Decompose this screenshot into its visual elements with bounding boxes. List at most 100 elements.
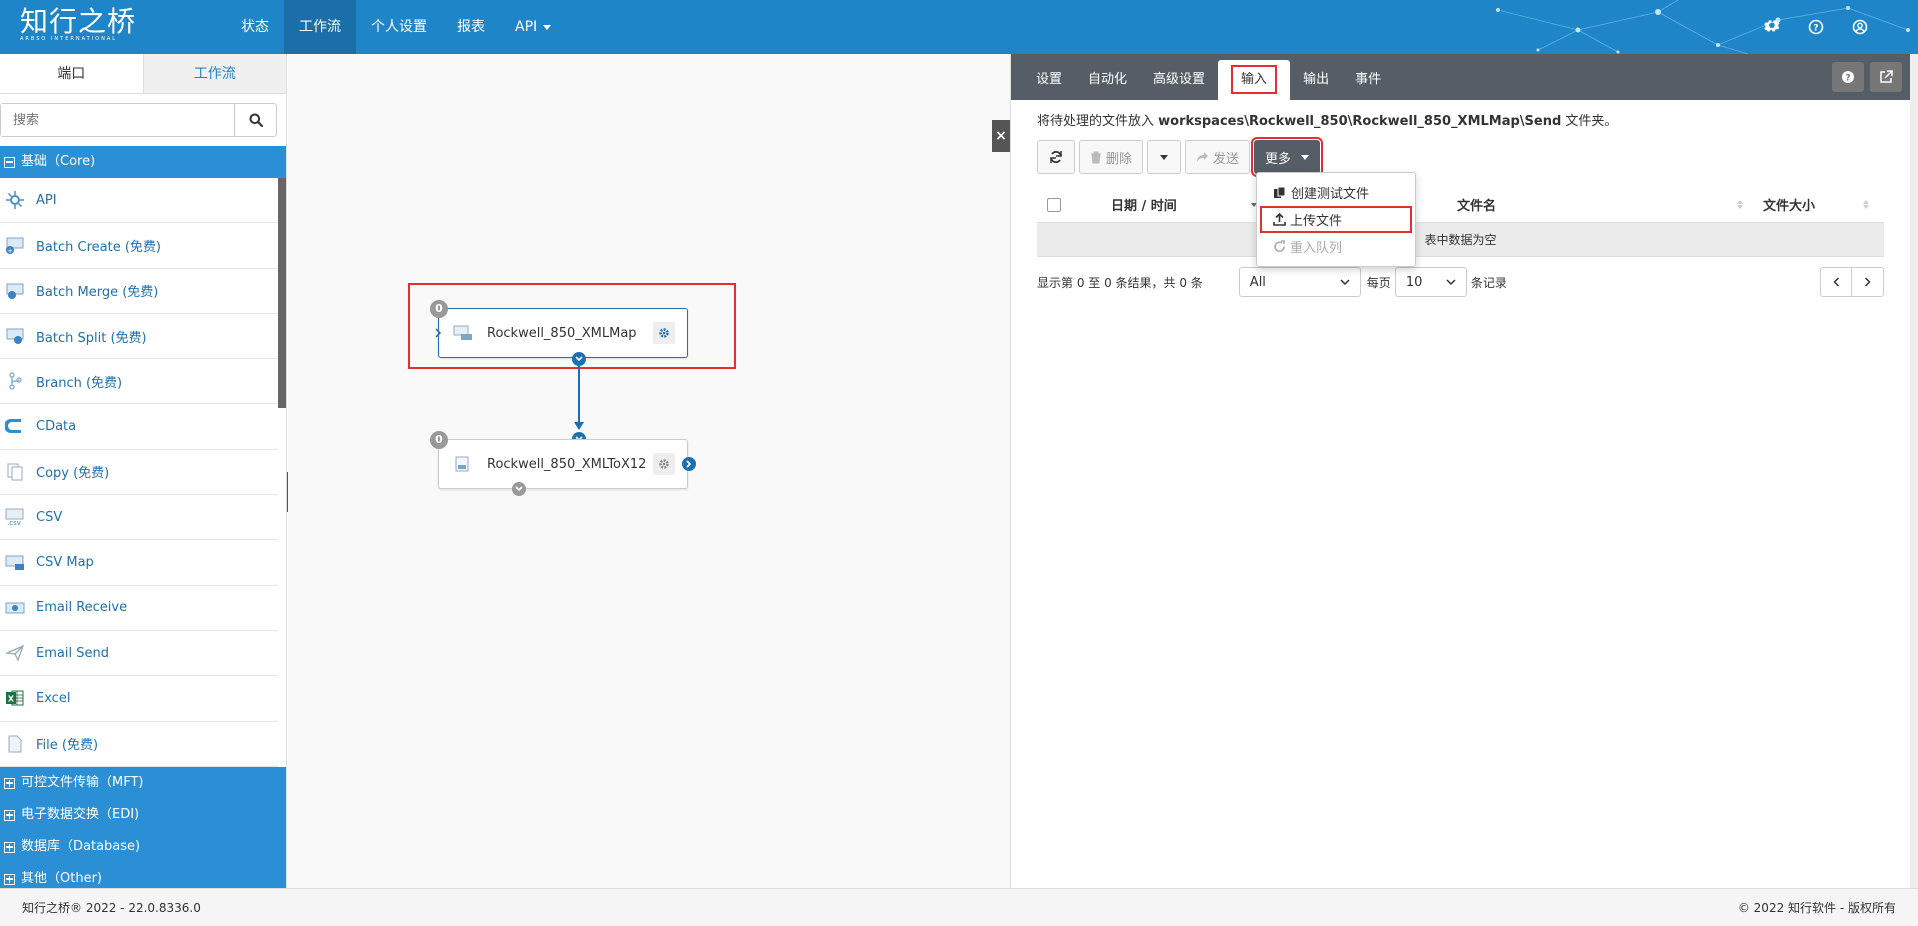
- node-settings-button[interactable]: [653, 322, 675, 344]
- caret-down-icon: [1301, 154, 1310, 160]
- connector-branch[interactable]: Branch (免费): [0, 359, 278, 405]
- panel-tab-icons: ?: [1832, 62, 1902, 92]
- copy-files-icon: [1274, 186, 1286, 198]
- connector-label: Copy (免费): [36, 466, 110, 482]
- connector-label: Batch Merge (免费): [36, 285, 159, 301]
- tab-automation[interactable]: 自动化: [1075, 60, 1140, 100]
- filter-select[interactable]: All: [1238, 267, 1361, 297]
- more-label: 更多: [1265, 151, 1292, 167]
- close-panel-button[interactable]: ×: [992, 120, 1010, 152]
- category-edi[interactable]: 电子数据交换（EDI): [0, 799, 286, 831]
- sidebar-tabs: 端口 工作流: [0, 54, 286, 94]
- search-input[interactable]: [1, 104, 234, 136]
- nav-workflow[interactable]: 工作流: [284, 0, 356, 54]
- chevron-left-icon: [1832, 277, 1839, 287]
- nav-status[interactable]: 状态: [226, 0, 284, 54]
- connector-batch-merge[interactable]: Batch Merge (免费): [0, 269, 278, 314]
- page-scrollbar[interactable]: [1910, 54, 1918, 888]
- category-database-label: 数据库（Database): [21, 839, 141, 854]
- connector-label: CSV: [36, 509, 63, 525]
- category-core[interactable]: 基础（Core): [0, 146, 286, 178]
- top-navbar: 知行之桥 ARBSO INTERNATIONAL 状态 工作流 个人设置 报表 …: [0, 0, 1918, 54]
- workflow-node[interactable]: Rockwell_850_XMLToX12: [438, 439, 688, 489]
- connector-excel[interactable]: X Excel: [0, 676, 278, 722]
- col-filesize[interactable]: 文件大小: [1763, 195, 1863, 214]
- connector-copy[interactable]: Copy (免费): [0, 450, 278, 496]
- tab-connectors[interactable]: 端口: [0, 54, 144, 93]
- pagination: [1820, 267, 1884, 297]
- node-output-port[interactable]: [512, 482, 526, 496]
- category-mft[interactable]: 可控文件传输（MFT): [0, 767, 286, 799]
- delete-button[interactable]: 删除: [1079, 140, 1144, 174]
- footer-version: 知行之桥® 2022 - 22.0.8336.0: [22, 901, 201, 915]
- user-icon[interactable]: [1850, 17, 1870, 37]
- refresh-button[interactable]: [1037, 140, 1075, 174]
- next-page-button[interactable]: [1852, 267, 1884, 297]
- connector-batch-create[interactable]: + Batch Create (免费): [0, 223, 278, 269]
- connector-email-send[interactable]: Email Send: [0, 631, 278, 677]
- pager-summary: 显示第 0 至 0 条结果，共 0 条: [1037, 275, 1203, 290]
- chevron-right-icon: [1864, 277, 1871, 287]
- files-table-header: 日期 / 时间 文件名 文件大小: [1037, 187, 1884, 223]
- tab-input[interactable]: 输入: [1218, 60, 1291, 100]
- help-button[interactable]: ?: [1832, 62, 1864, 92]
- page-footer: 知行之桥® 2022 - 22.0.8336.0 © 2022 知行软件 - 版…: [0, 888, 1918, 926]
- connector-api[interactable]: API: [0, 178, 278, 224]
- search-button[interactable]: [234, 104, 276, 136]
- prev-page-button[interactable]: [1820, 267, 1852, 297]
- category-core-label: 基础（Core): [21, 154, 96, 169]
- help-icon[interactable]: ?: [1806, 17, 1826, 37]
- gear-icon[interactable]: [1762, 17, 1782, 37]
- connector-file[interactable]: File (免费): [0, 722, 278, 767]
- connector-label: File (免费): [36, 738, 99, 754]
- per-page-select[interactable]: 10: [1394, 267, 1467, 297]
- connector-cdata[interactable]: CData: [0, 404, 278, 450]
- xml-to-x12-icon: [455, 456, 469, 472]
- brand-logo[interactable]: 知行之桥 ARBSO INTERNATIONAL: [20, 6, 136, 43]
- category-mft-label: 可控文件传输（MFT): [21, 775, 144, 790]
- more-button[interactable]: 更多: [1251, 137, 1324, 177]
- tab-events[interactable]: 事件: [1342, 60, 1394, 100]
- tab-input-label: 输入: [1231, 65, 1278, 94]
- col-filename[interactable]: 文件名: [1457, 195, 1737, 214]
- nav-api[interactable]: API: [500, 0, 566, 54]
- tab-workflows[interactable]: 工作流: [143, 54, 286, 93]
- node-count-badge: 0: [430, 431, 448, 449]
- delete-dropdown-toggle[interactable]: [1147, 140, 1182, 174]
- send-button[interactable]: 发送: [1185, 140, 1251, 174]
- info-prefix: 将待处理的文件放入: [1037, 114, 1159, 129]
- tab-output[interactable]: 输出: [1290, 60, 1342, 100]
- workflow-node[interactable]: Rockwell_850_XMLMap: [438, 308, 688, 358]
- node-output-port[interactable]: [572, 352, 586, 366]
- node-next-port[interactable]: [682, 457, 696, 471]
- svg-text:?: ?: [1813, 24, 1818, 34]
- connector-batch-split[interactable]: Batch Split (免费): [0, 314, 278, 360]
- connector-csv-map[interactable]: CSV Map: [0, 540, 278, 586]
- connector-panel: 设置 自动化 高级设置 输入 输出 事件 ? 将待处理的文件放入 workspa…: [1010, 54, 1910, 888]
- node-settings-button[interactable]: [653, 453, 675, 475]
- menu-create-test-file[interactable]: 创建测试文件: [1257, 179, 1415, 206]
- search-icon: [249, 113, 263, 127]
- tab-advanced[interactable]: 高级设置: [1140, 60, 1218, 100]
- sort-icon[interactable]: [1737, 200, 1743, 209]
- select-all-checkbox[interactable]: [1047, 197, 1061, 212]
- connector-csv[interactable]: .csv CSV: [0, 495, 278, 541]
- category-database[interactable]: 数据库（Database): [0, 831, 286, 863]
- connector-email-receive[interactable]: Email Receive: [0, 586, 278, 631]
- menu-requeue[interactable]: 重入队列: [1257, 233, 1415, 260]
- trash-icon: [1091, 151, 1101, 163]
- popout-button[interactable]: [1870, 62, 1902, 92]
- tab-settings[interactable]: 设置: [1023, 60, 1075, 100]
- nav-reports[interactable]: 报表: [442, 0, 500, 54]
- node-name: Rockwell_850_XMLMap: [487, 325, 637, 341]
- table-empty-row: 表中数据为空: [1037, 223, 1884, 257]
- col-datetime[interactable]: 日期 / 时间: [1111, 195, 1251, 214]
- send-label: 发送: [1213, 151, 1240, 167]
- sort-icon[interactable]: [1863, 200, 1869, 209]
- per-page-suffix: 条记录: [1470, 275, 1507, 290]
- menu-upload-file[interactable]: 上传文件: [1260, 206, 1412, 233]
- nav-profile[interactable]: 个人设置: [356, 0, 442, 54]
- per-page-prefix: 每页: [1366, 275, 1391, 290]
- scrollbar[interactable]: [278, 178, 286, 408]
- workflow-canvas[interactable]: Rockwell_850_XMLMap 0 Rockwell_850_XMLTo…: [288, 54, 1010, 888]
